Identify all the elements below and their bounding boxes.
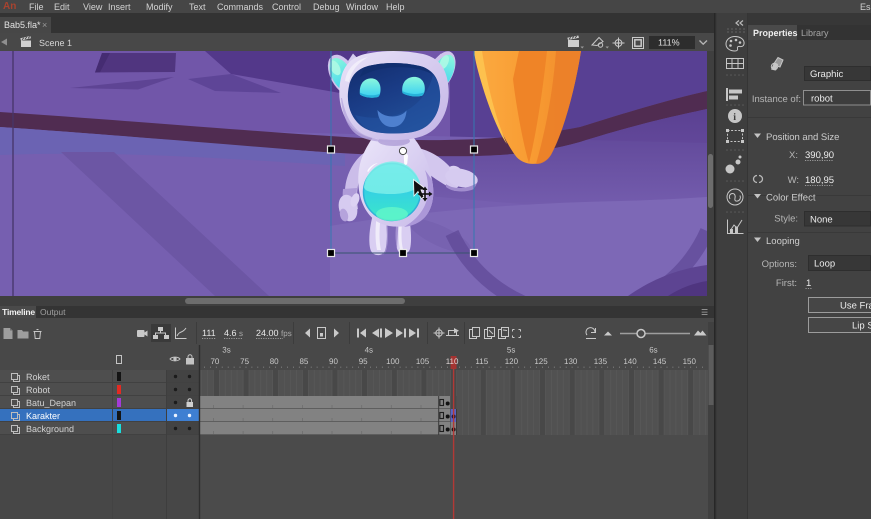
- svg-text:120: 120: [505, 357, 519, 366]
- svg-text:1: 1: [806, 278, 811, 289]
- svg-text:75: 75: [240, 357, 249, 366]
- svg-text:None: None: [810, 215, 833, 226]
- svg-text:85: 85: [299, 357, 308, 366]
- svg-text:Background: Background: [26, 424, 74, 434]
- svg-text:4.6 s: 4.6 s: [224, 328, 243, 338]
- svg-text:X:: X:: [789, 150, 798, 161]
- svg-text:140: 140: [623, 357, 637, 366]
- svg-text:130: 130: [564, 357, 578, 366]
- svg-text:24.00 fps: 24.00 fps: [256, 328, 292, 338]
- svg-text:90: 90: [329, 357, 338, 366]
- svg-text:Position and Size: Position and Size: [766, 132, 839, 143]
- svg-text:robot: robot: [811, 94, 833, 105]
- svg-text:Style:: Style:: [774, 214, 798, 225]
- svg-text:135: 135: [594, 357, 608, 366]
- svg-text:Loop: Loop: [814, 259, 835, 270]
- svg-text:145: 145: [653, 357, 667, 366]
- svg-text:Graphic: Graphic: [810, 69, 844, 80]
- svg-text:100: 100: [386, 357, 400, 366]
- svg-text:Options:: Options:: [762, 259, 797, 270]
- svg-text:180,95: 180,95: [805, 175, 834, 186]
- svg-text:115: 115: [475, 357, 488, 366]
- svg-text:5s: 5s: [507, 346, 515, 355]
- svg-text:Lip S: Lip S: [852, 321, 871, 332]
- svg-text:390,90: 390,90: [805, 150, 834, 161]
- svg-text:Roket: Roket: [26, 372, 50, 382]
- svg-text:111: 111: [202, 328, 216, 338]
- svg-text:Use Fra: Use Fra: [840, 301, 871, 312]
- svg-text:70: 70: [210, 357, 219, 366]
- svg-text:105: 105: [416, 357, 430, 366]
- svg-text:Properties: Properties: [753, 28, 798, 38]
- svg-text:Instance of:: Instance of:: [752, 94, 801, 105]
- svg-text:125: 125: [534, 357, 548, 366]
- svg-text:First:: First:: [776, 278, 797, 289]
- svg-text:Karakter: Karakter: [26, 411, 60, 421]
- svg-text:W:: W:: [788, 175, 799, 186]
- svg-text:Looping: Looping: [766, 236, 800, 247]
- svg-text:i: i: [733, 112, 736, 123]
- svg-text:6s: 6s: [649, 346, 657, 355]
- svg-text:Scene 1: Scene 1: [39, 38, 72, 48]
- svg-text:3s: 3s: [222, 346, 230, 355]
- svg-text:150: 150: [683, 357, 697, 366]
- svg-text:Batu_Depan: Batu_Depan: [26, 398, 76, 408]
- svg-text:Color Effect: Color Effect: [766, 193, 816, 204]
- svg-text:4s: 4s: [365, 346, 373, 355]
- svg-text:110: 110: [446, 357, 459, 366]
- svg-text:111%: 111%: [658, 38, 680, 48]
- svg-text:Library: Library: [801, 28, 829, 38]
- svg-text:80: 80: [270, 357, 279, 366]
- svg-text:Robot: Robot: [26, 385, 51, 395]
- svg-text:95: 95: [359, 357, 368, 366]
